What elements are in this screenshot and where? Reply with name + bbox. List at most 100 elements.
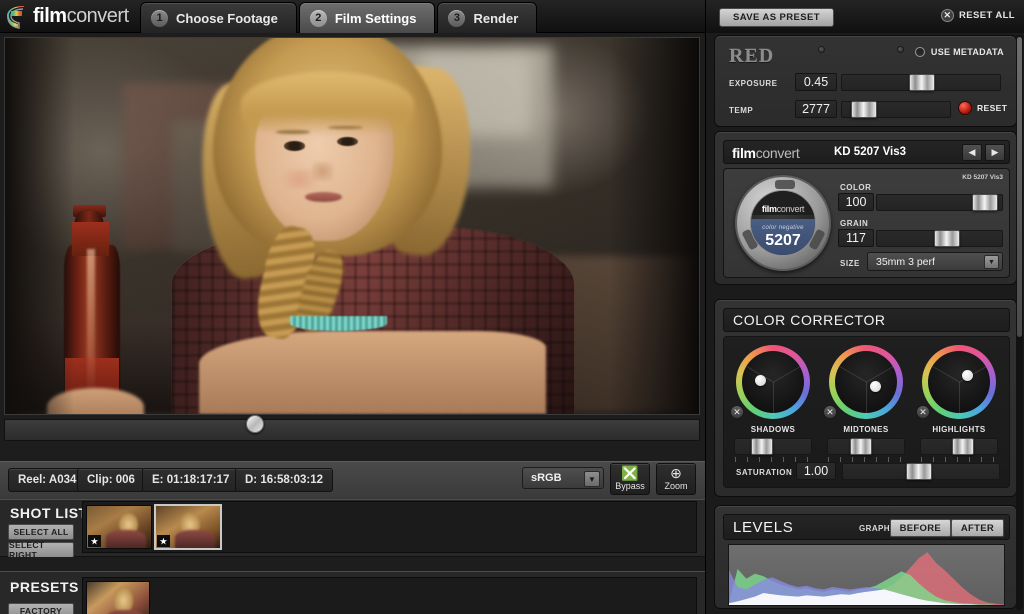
shadows-slider[interactable] [734, 438, 812, 462]
color-corrector-body: ✕ SHADOWS ✕ MIDTONES ✕ HIGHLIGHTS SATURA… [723, 336, 1010, 488]
camera-reset-button[interactable]: RESET [958, 101, 1007, 115]
film-stock-panel: filmconvert KD 5207 Vis3 ◀ ▶ filmconvert [714, 131, 1017, 285]
zoom-label: Zoom [664, 481, 688, 491]
film-reel-number: 5207 [765, 231, 801, 249]
film-stock-badge: KD 5207 Vis3 [962, 174, 1003, 181]
tab-label: Render [473, 10, 519, 26]
shadows-reset-icon[interactable]: ✕ [730, 405, 744, 419]
saturation-value[interactable]: 1.00 [796, 462, 836, 480]
film-reel-icon: filmconvert color negative 5207 [735, 175, 831, 271]
midtones-label: MIDTONES [843, 425, 889, 434]
grain-value[interactable]: 117 [838, 229, 874, 247]
colorspace-value: sRGB [531, 472, 562, 484]
workflow-tabs: 1 Choose Footage 2 Film Settings 3 Rende… [140, 2, 539, 33]
temp-slider[interactable] [841, 101, 951, 118]
filmconvert-app: filmconvert 1 Choose Footage 2 Film Sett… [0, 0, 1024, 614]
colorspace-select[interactable]: sRGB ▼ [522, 467, 604, 489]
highlights-color-wheel[interactable] [922, 345, 996, 419]
tab-film-settings[interactable]: 2 Film Settings [298, 2, 436, 33]
exposure-value[interactable]: 0.45 [795, 73, 837, 91]
temp-value[interactable]: 2777 [795, 100, 837, 118]
zoom-button[interactable]: ⊕ Zoom [656, 463, 696, 495]
radio-icon[interactable] [914, 47, 925, 57]
graph-label: GRAPH: [859, 524, 893, 533]
midtones-slider-knob[interactable] [850, 438, 873, 455]
shadows-wheel-handle[interactable] [755, 374, 767, 386]
grain-slider[interactable] [876, 230, 1003, 247]
highlights-slider-knob[interactable] [952, 438, 975, 455]
camera-reset-label: RESET [977, 103, 1008, 113]
tab-render[interactable]: 3 Render [437, 2, 538, 33]
shot-thumbnail[interactable]: ★ [154, 504, 222, 550]
chevron-down-icon[interactable]: ▼ [584, 471, 600, 487]
shot-thumbnail[interactable]: ★ [86, 505, 152, 549]
tab-choose-footage[interactable]: 1 Choose Footage [140, 2, 297, 33]
chevron-down-icon[interactable]: ▼ [984, 255, 999, 269]
graph-before-button[interactable]: BEFORE [889, 519, 951, 537]
scrollbar-thumb[interactable] [1017, 37, 1022, 337]
grain-label: GRAIN [840, 219, 869, 228]
magnifier-plus-icon: ⊕ [670, 465, 682, 481]
tab-number: 2 [309, 9, 327, 27]
color-corrector-title: COLOR CORRECTOR [723, 308, 1010, 332]
saturation-label: SATURATION [736, 468, 793, 477]
next-stock-button[interactable]: ▶ [985, 144, 1005, 161]
camera-panel: RED USE METADATA EXPOSURE 0.45 TEMP 2777… [714, 35, 1017, 127]
midtones-reset-icon[interactable]: ✕ [823, 405, 837, 419]
levels-header: LEVELS GRAPH: BEFORE AFTER [723, 514, 1010, 540]
highlights-wheel-handle[interactable] [961, 370, 973, 382]
chevron-left-icon: ◀ [968, 147, 976, 157]
color-slider[interactable] [876, 194, 1003, 211]
highlights-slider[interactable] [920, 438, 998, 462]
save-as-preset-button[interactable]: SAVE AS PRESET [719, 8, 834, 27]
bypass-x-icon: ❎ [621, 465, 639, 481]
film-stock-header: filmconvert KD 5207 Vis3 ◀ ▶ [723, 140, 1010, 164]
preview-frame-image [5, 38, 699, 414]
edge-timecode: E: 01:18:17:17 [142, 468, 240, 492]
reset-all-button[interactable]: ✕ RESET ALL [940, 9, 1015, 22]
select-all-button[interactable]: SELECT ALL [8, 524, 74, 540]
shadows-color-wheel[interactable] [736, 345, 810, 419]
exposure-slider-knob[interactable] [909, 74, 935, 91]
preset-thumbnail[interactable]: 1 [86, 581, 150, 614]
use-metadata-toggle[interactable]: USE METADATA [914, 47, 1004, 57]
x-circle-icon: ✕ [940, 9, 954, 22]
screw-icon [897, 46, 904, 53]
timeline-scrubber[interactable] [4, 419, 700, 441]
levels-title: LEVELS [733, 519, 794, 536]
filmconvert-logo-text: filmconvert [732, 145, 800, 161]
right-panel-scrollbar[interactable] [1016, 35, 1023, 610]
shot-list-title: SHOT LIST [10, 505, 88, 521]
red-led-icon [958, 101, 972, 115]
saturation-slider[interactable] [842, 463, 1000, 480]
right-column: SAVE AS PRESET ✕ RESET ALL RED USE METAD… [705, 0, 1024, 614]
midtones-wheel-handle[interactable] [870, 380, 882, 392]
highlights-reset-icon[interactable]: ✕ [916, 405, 930, 419]
exposure-slider[interactable] [841, 74, 1001, 91]
grain-slider-knob[interactable] [933, 230, 960, 247]
film-stock-name[interactable]: KD 5207 Vis3 [834, 141, 970, 163]
shot-list-tray[interactable]: ★ ★ [82, 501, 697, 553]
color-corrector-panel: COLOR CORRECTOR ✕ SHADOWS ✕ MIDTONES ✕ H… [714, 299, 1017, 497]
factory-presets-button[interactable]: FACTORY [8, 603, 74, 614]
temp-slider-knob[interactable] [851, 101, 878, 118]
levels-panel: LEVELS GRAPH: BEFORE AFTER [714, 505, 1017, 609]
shadows-slider-knob[interactable] [750, 438, 773, 455]
prev-stock-button[interactable]: ◀ [962, 144, 982, 161]
size-label: SIZE [840, 259, 860, 268]
exposure-label: EXPOSURE [729, 79, 778, 88]
saturation-slider-knob[interactable] [906, 463, 933, 480]
film-size-select[interactable]: 35mm 3 perf ▼ [867, 252, 1003, 271]
color-slider-knob[interactable] [971, 194, 998, 211]
video-preview[interactable] [4, 37, 700, 415]
select-right-button[interactable]: SELECT RIGHT [8, 540, 74, 560]
color-value[interactable]: 100 [838, 193, 874, 211]
presets-tray[interactable]: 1 [82, 577, 697, 614]
graph-after-button[interactable]: AFTER [950, 519, 1004, 537]
midtones-color-wheel[interactable] [829, 345, 903, 419]
film-reel-label: filmconvert color negative 5207 [750, 190, 816, 256]
bypass-button[interactable]: ❎ Bypass [610, 463, 650, 495]
presets-title: PRESETS [10, 579, 79, 595]
midtones-slider[interactable] [827, 438, 905, 462]
camera-brand-label: RED [729, 45, 775, 67]
